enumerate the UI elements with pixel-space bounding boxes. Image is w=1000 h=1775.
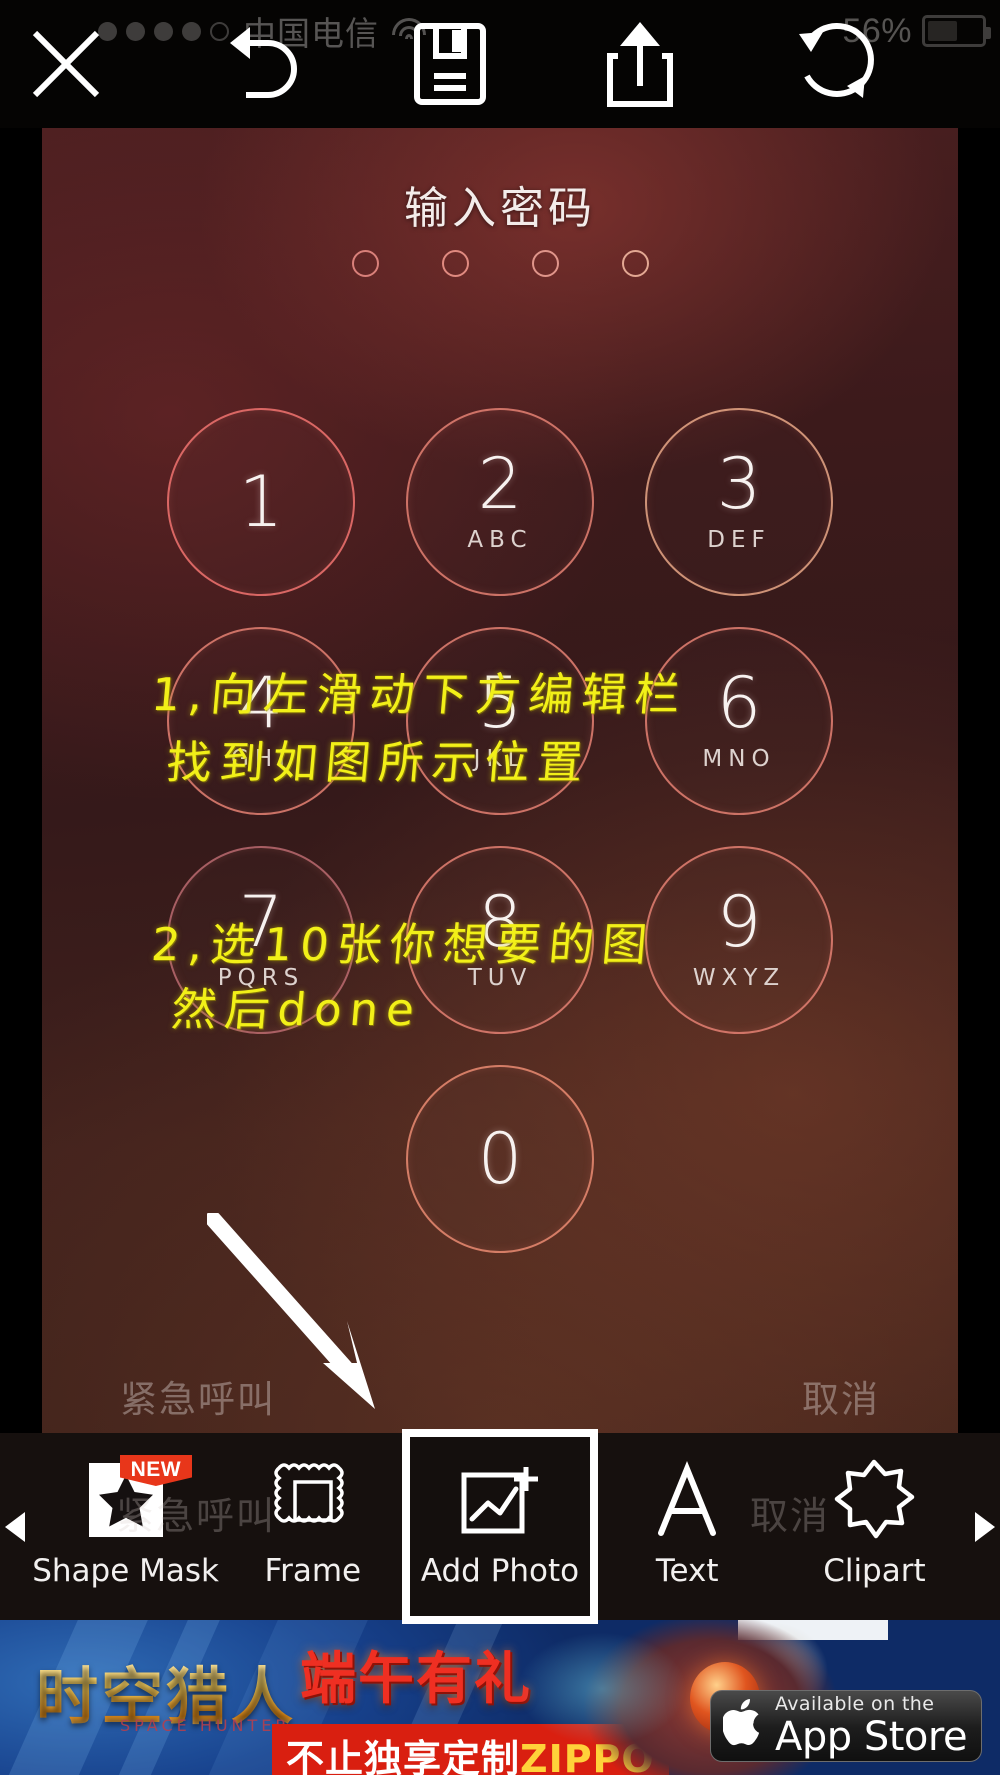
- save-icon: [414, 23, 486, 105]
- annotation-line-1: 1,向左滑动下方编辑栏: [149, 668, 690, 721]
- share-icon: [607, 22, 673, 107]
- key-number: 2: [477, 443, 523, 526]
- key-number: 0: [477, 1117, 523, 1200]
- app-store-name: App Store: [775, 1714, 968, 1760]
- annotation-line-2: 找到如图所示位置: [164, 736, 593, 789]
- ad-promo-headline: 端午有礼: [300, 1647, 532, 1712]
- key-letters: WXYZ: [692, 964, 786, 991]
- keypad-key-0[interactable]: 0: [406, 1065, 594, 1253]
- app-store-top-label: Available on the: [775, 1693, 935, 1715]
- tool-add-photo[interactable]: Add Photo: [402, 1429, 598, 1624]
- key-number: 6: [716, 662, 762, 745]
- chevron-left-icon: [5, 1511, 25, 1542]
- ad-game-subtitle: SPACE HUNTER: [120, 1716, 291, 1735]
- top-toolbar: 中国电信 56%: [0, 0, 1000, 128]
- tool-label: Shape Mask: [32, 1552, 219, 1589]
- ad-promo-sub-prefix: 不止独享定制: [286, 1737, 521, 1775]
- keypad-key-1[interactable]: 1: [167, 408, 355, 596]
- apple-logo-icon: [721, 1697, 765, 1755]
- passcode-dot: [351, 250, 379, 277]
- key-letters: MNO: [702, 745, 776, 772]
- arrow-pointer-icon: [207, 1213, 375, 1409]
- keypad-key-9[interactable]: 9 WXYZ: [645, 846, 833, 1034]
- keypad-key-3[interactable]: 3 DEF: [645, 408, 833, 596]
- passcode-keypad: 1 2 ABC 3 DEF 4 GHI 5 JKL 6 MNO 7 PQRS 8…: [42, 408, 958, 1284]
- cancel-label[interactable]: 取消: [802, 1369, 880, 1423]
- key-number: 1: [238, 460, 284, 543]
- key-letters: DEF: [707, 526, 771, 553]
- redo-button[interactable]: [765, 0, 905, 128]
- ghost-emergency-text: 紧急呼叫: [116, 1494, 277, 1538]
- app-screen: 中国电信 56% 输入密码 1 2 ABC 3 DEF 4 GHI 5 JKL …: [0, 0, 1000, 1775]
- clipart-starburst-icon: [833, 1457, 915, 1543]
- toolbar-scroll-right[interactable]: [968, 1433, 1000, 1620]
- app-store-text: Available on the App Store: [775, 1693, 968, 1760]
- save-button[interactable]: [385, 0, 515, 128]
- share-button[interactable]: [575, 0, 705, 128]
- passcode-dot: [531, 250, 559, 277]
- tool-label: Frame: [264, 1552, 362, 1589]
- tool-label: Clipart: [823, 1552, 926, 1589]
- tool-label: Text: [655, 1552, 719, 1589]
- passcode-dot: [621, 250, 649, 277]
- annotation-line-3: 2,选10张你想要的图: [149, 918, 658, 971]
- annotation-line-4: 然后done: [169, 983, 425, 1036]
- close-icon: [32, 30, 100, 98]
- undo-icon: [230, 27, 297, 98]
- lockscreen-footer: 紧急呼叫 取消: [42, 1369, 958, 1423]
- frame-icon: [271, 1457, 355, 1543]
- redo-icon: [799, 22, 874, 98]
- key-letters: ABC: [467, 526, 533, 553]
- text-a-icon: [653, 1457, 721, 1543]
- close-button[interactable]: [6, 0, 126, 128]
- keypad-key-2[interactable]: 2 ABC: [406, 408, 594, 596]
- ghost-cancel-text: 取消: [749, 1494, 830, 1538]
- ad-banner[interactable]: 时空猎人 SPACE HUNTER 端午有礼 不止独享定制ZIPPO Avail…: [0, 1620, 1000, 1775]
- chevron-right-icon: [975, 1511, 995, 1542]
- passcode-dots: [42, 250, 958, 277]
- undo-button[interactable]: [195, 0, 325, 128]
- edit-toolbar: 紧急呼叫 取消 NEW Shape Mask Frame Add Photo T…: [0, 1429, 1000, 1624]
- editor-actions: [0, 0, 1000, 128]
- app-store-badge[interactable]: Available on the App Store: [710, 1690, 982, 1762]
- passcode-dot: [441, 250, 469, 277]
- key-number: 9: [716, 881, 762, 964]
- lockscreen-canvas: 输入密码 1 2 ABC 3 DEF 4 GHI 5 JKL 6 MNO 7 P…: [42, 128, 958, 1433]
- lockscreen-title: 输入密码: [404, 183, 596, 234]
- toolbar-scroll-left[interactable]: [0, 1433, 32, 1620]
- tool-label: Add Photo: [420, 1552, 580, 1589]
- add-photo-icon: [458, 1457, 542, 1543]
- key-number: 3: [716, 443, 762, 526]
